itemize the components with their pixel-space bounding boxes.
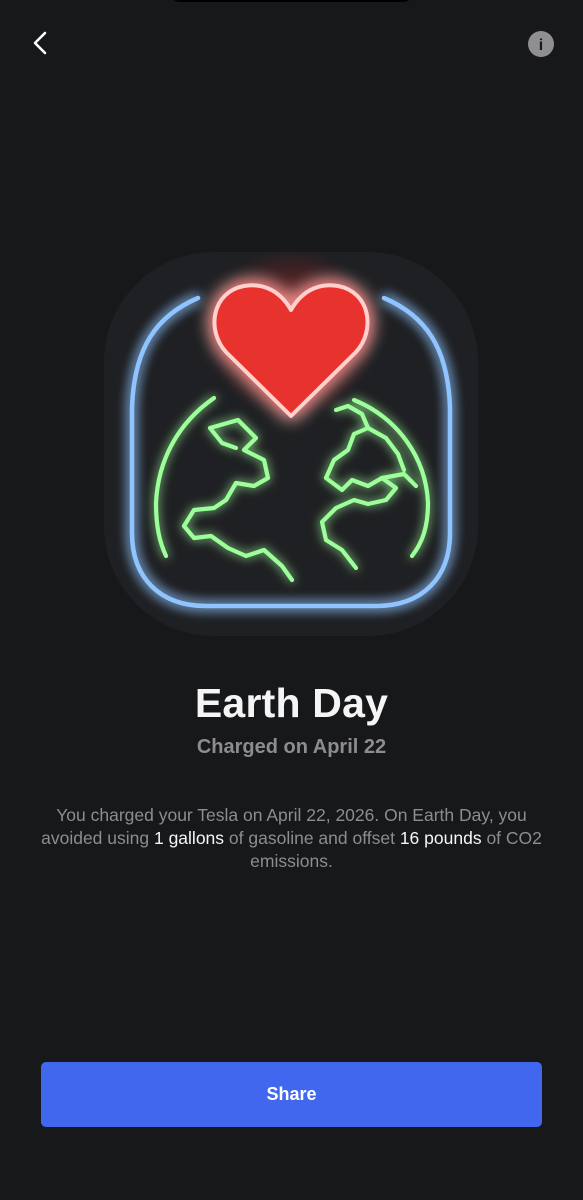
summary-text: You charged your Tesla on April 22, 2026… xyxy=(40,804,543,873)
earth-day-badge xyxy=(86,238,496,648)
info-icon: i xyxy=(528,31,554,57)
back-button[interactable] xyxy=(24,26,58,60)
pounds-value: 16 pounds xyxy=(399,828,482,848)
svg-text:i: i xyxy=(539,37,543,54)
charge-date-subtitle: Charged on April 22 xyxy=(196,736,387,758)
gallons-value: 1 gallons xyxy=(153,828,225,848)
chevron-left-icon xyxy=(33,31,47,55)
info-button[interactable]: i xyxy=(527,30,555,58)
page-title: Earth Day xyxy=(194,680,389,726)
device-notch xyxy=(170,0,413,2)
share-button[interactable]: Share xyxy=(41,1062,542,1127)
summary-part-2: of gasoline and offset xyxy=(224,828,400,848)
